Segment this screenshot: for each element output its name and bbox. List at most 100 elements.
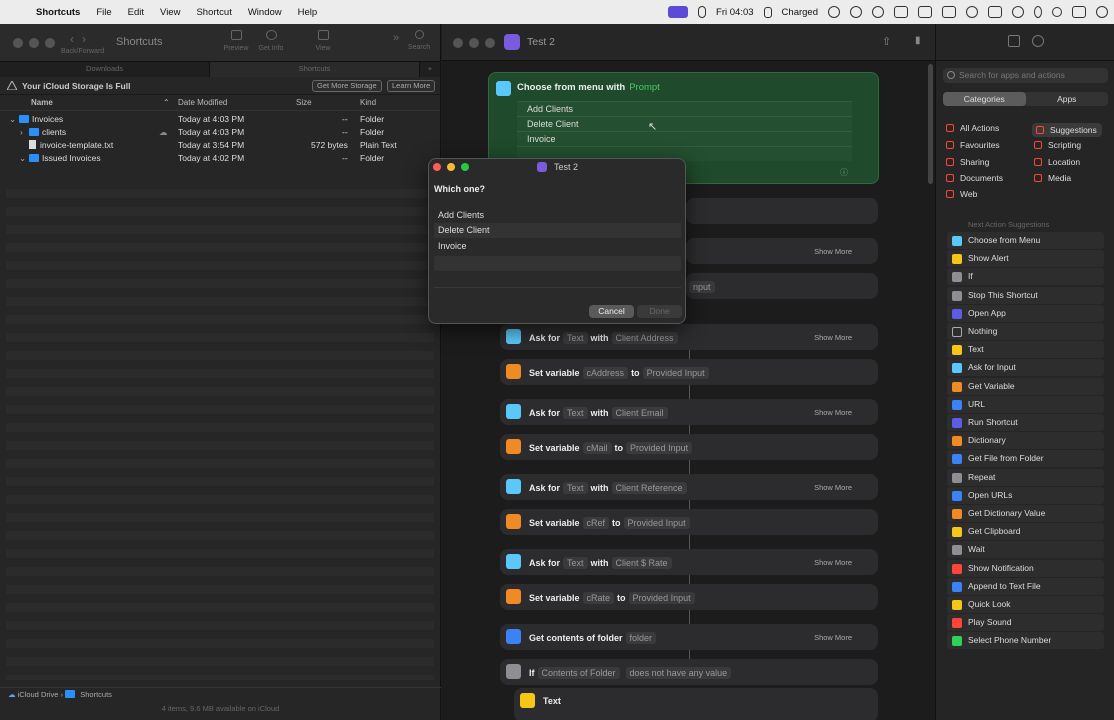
info-icon[interactable] xyxy=(1032,35,1044,47)
suggestion-item[interactable]: Repeat xyxy=(947,468,1104,486)
action-row-hidden[interactable] xyxy=(686,198,878,224)
text-action[interactable]: Text xyxy=(514,688,878,720)
control-center-icon[interactable] xyxy=(1072,6,1086,18)
path-shortcuts[interactable]: Shortcuts xyxy=(80,690,112,699)
view-button[interactable]: View xyxy=(309,30,337,52)
category-item[interactable]: Sharing xyxy=(946,157,989,167)
share-icon[interactable]: ⇧ xyxy=(882,35,891,48)
info-icon[interactable]: ⓘ xyxy=(840,167,848,178)
action-row[interactable]: Set variable cMail to Provided Input xyxy=(500,434,878,460)
dialog-option-empty[interactable] xyxy=(434,256,681,271)
action-row[interactable]: Set variable cAddress to Provided Input xyxy=(500,359,878,385)
parameter-token[interactable]: Text xyxy=(563,407,588,419)
microphone-icon[interactable] xyxy=(698,6,707,18)
run-shortcut-icon[interactable]: ▮ xyxy=(915,35,921,46)
spotlight-search-icon[interactable] xyxy=(1052,7,1062,17)
minimize-window-button[interactable] xyxy=(29,38,39,48)
parameter-token[interactable]: Client Address xyxy=(611,332,678,344)
column-name[interactable]: Name xyxy=(31,98,53,107)
new-tab-icon[interactable]: + xyxy=(420,62,440,77)
show-more-button[interactable]: Show More xyxy=(814,247,852,256)
action-row[interactable]: Set variable cRef to Provided Input xyxy=(500,509,878,535)
disclosure-open-icon[interactable]: ⌄ xyxy=(9,114,16,125)
menu-clock[interactable]: Fri 04:03 xyxy=(716,7,754,18)
tab-shortcuts[interactable]: Shortcuts xyxy=(210,62,420,77)
menu-file[interactable]: File xyxy=(96,7,111,18)
suggestion-item[interactable]: Quick Look xyxy=(947,596,1104,613)
menu-shortcut[interactable]: Shortcut xyxy=(196,7,231,18)
extension-icon[interactable] xyxy=(828,6,840,18)
show-more-button[interactable]: Show More xyxy=(814,483,852,492)
suggestion-item[interactable]: Get Variable xyxy=(947,377,1104,395)
library-icon[interactable] xyxy=(1008,35,1020,47)
suggestion-item[interactable]: Open URLs xyxy=(947,486,1104,504)
suggestion-item[interactable]: Play Sound xyxy=(947,614,1104,632)
category-item[interactable]: Documents xyxy=(946,173,1003,183)
parameter-token[interactable]: Provided Input xyxy=(623,517,690,529)
zoom-window-button[interactable] xyxy=(485,38,495,48)
disclosure-closed-icon[interactable]: › xyxy=(20,127,23,137)
done-button[interactable]: Done xyxy=(637,305,682,318)
suggestion-item[interactable]: URL xyxy=(947,395,1104,413)
tab-downloads[interactable]: Downloads xyxy=(0,62,210,77)
parameter-token[interactable]: does not have any value xyxy=(625,667,732,679)
play-icon[interactable] xyxy=(1012,6,1024,18)
parameter-token[interactable]: Text xyxy=(563,482,588,494)
category-item[interactable]: Favourites xyxy=(946,140,1000,150)
editor-scrollbar[interactable] xyxy=(928,64,933,184)
path-icloud-drive[interactable]: iCloud Drive xyxy=(18,690,59,699)
suggestion-item[interactable]: Stop This Shortcut xyxy=(947,286,1104,304)
close-window-button[interactable] xyxy=(13,38,23,48)
parameter-token[interactable]: Client $ Rate xyxy=(611,557,672,569)
column-date-modified[interactable]: Date Modified xyxy=(178,98,227,107)
disclosure-open-icon[interactable]: ⌄ xyxy=(19,153,26,164)
menu-option[interactable]: Add Clients xyxy=(517,101,852,116)
action-search-input[interactable]: Search for apps and actions xyxy=(943,68,1108,83)
suggestion-item[interactable]: Get Clipboard xyxy=(947,523,1104,541)
parameter-token[interactable]: Provided Input xyxy=(628,592,695,604)
bluetooth-icon[interactable] xyxy=(1034,6,1042,18)
suggestion-item[interactable]: Show Notification xyxy=(947,559,1104,577)
sync-icon[interactable] xyxy=(850,6,862,18)
action-row[interactable]: Ask for Text with Client Email Show More xyxy=(500,399,878,425)
get-more-storage-button[interactable]: Get More Storage xyxy=(312,80,382,92)
parameter-token[interactable]: Client Reference xyxy=(611,482,687,494)
segment-categories[interactable]: Categories xyxy=(943,92,1026,106)
battery-icon[interactable] xyxy=(763,6,772,18)
status-icon[interactable] xyxy=(872,6,884,18)
category-item[interactable]: Location xyxy=(1034,157,1080,167)
suggestion-item[interactable]: Select Phone Number xyxy=(947,632,1104,650)
show-more-button[interactable]: Show More xyxy=(814,333,852,342)
action-row[interactable]: Get contents of folder folder Show More xyxy=(500,624,878,650)
action-row-hidden[interactable]: nput xyxy=(686,273,878,299)
column-size[interactable]: Size xyxy=(296,98,312,107)
close-window-button[interactable] xyxy=(453,38,463,48)
show-more-button[interactable]: Show More xyxy=(814,408,852,417)
preview-button[interactable]: Preview xyxy=(222,30,250,52)
screen-mirror-icon[interactable] xyxy=(988,6,1002,18)
menu-option[interactable]: Delete Client xyxy=(517,116,852,131)
wifi-icon[interactable] xyxy=(966,6,978,18)
shortcut-icon[interactable] xyxy=(504,34,520,50)
file-row-invoices[interactable]: ⌄ Invoices Today at 4:03 PM -- Folder xyxy=(0,113,438,126)
category-item[interactable]: Suggestions xyxy=(1032,123,1102,137)
parameter-token[interactable]: cRef xyxy=(582,517,610,529)
display-icon[interactable] xyxy=(918,6,932,18)
shortcut-title[interactable]: Test 2 xyxy=(527,36,555,48)
suggestion-item[interactable]: Text xyxy=(947,341,1104,359)
suggestion-item[interactable]: Dictionary xyxy=(947,432,1104,450)
apple-menu-icon[interactable] xyxy=(12,5,26,19)
suggestion-item[interactable]: Append to Text File xyxy=(947,577,1104,595)
parameter-token[interactable]: Provided Input xyxy=(626,442,693,454)
suggestion-item[interactable]: Get File from Folder xyxy=(947,450,1104,468)
suggestion-item[interactable]: Ask for Input xyxy=(947,359,1104,377)
show-more-button[interactable]: Show More xyxy=(814,633,852,642)
file-row-issued-invoices[interactable]: ⌄ Issued Invoices Today at 4:02 PM -- Fo… xyxy=(0,152,438,165)
cloud-icon[interactable] xyxy=(894,6,908,18)
parameter-token[interactable]: folder xyxy=(625,632,657,644)
parameter-token[interactable]: cAddress xyxy=(582,367,629,379)
category-item[interactable]: Scripting xyxy=(1034,140,1081,150)
action-row[interactable]: Ask for Text with Client Reference Show More xyxy=(500,474,878,500)
minimize-window-button[interactable] xyxy=(469,38,479,48)
category-item[interactable]: Media xyxy=(1034,173,1071,183)
